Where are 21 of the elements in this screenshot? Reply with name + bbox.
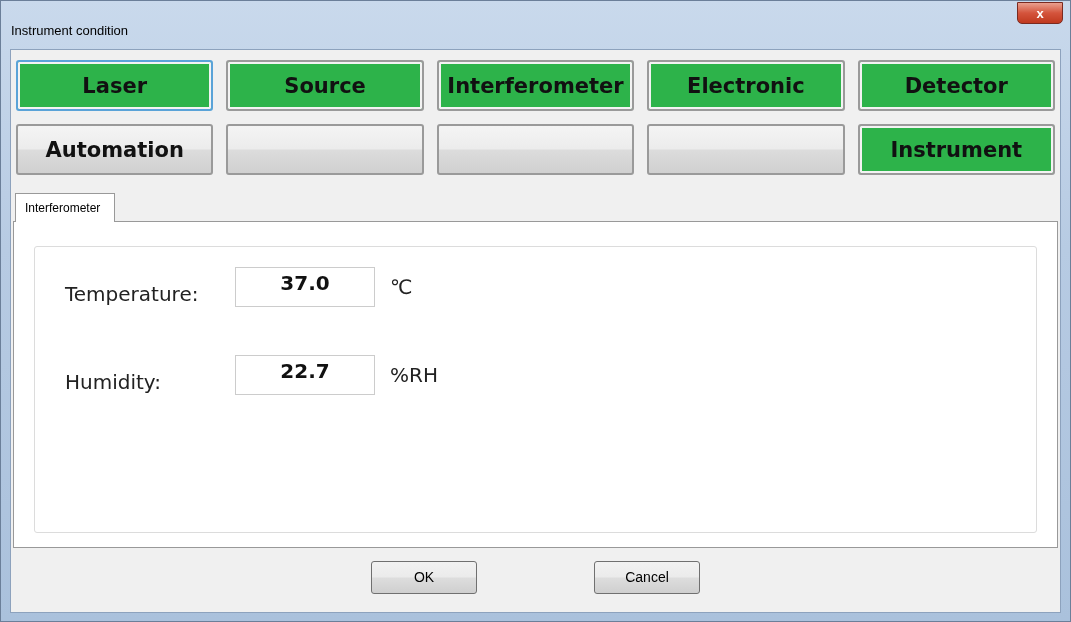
module-button[interactable]	[226, 124, 424, 175]
cancel-button[interactable]: Cancel	[594, 560, 700, 594]
window-title: Instrument condition	[11, 23, 129, 38]
ok-button[interactable]: OK	[371, 560, 477, 594]
module-button[interactable]: Interferometer	[436, 60, 635, 111]
module-button[interactable]	[436, 124, 635, 175]
module-button[interactable]: Laser	[16, 60, 214, 111]
tab[interactable]: Interferometer	[15, 193, 116, 222]
module-button[interactable]: Electronic	[647, 60, 845, 111]
module-button[interactable]: Source	[226, 60, 424, 111]
field-label: Temperature:	[65, 282, 200, 306]
module-button[interactable]: Instrument	[857, 124, 1055, 175]
module-button[interactable]: Detector	[857, 60, 1055, 111]
field-label: Humidity:	[65, 370, 162, 394]
unit-label: %RH	[390, 363, 438, 387]
module-button[interactable]: Automation	[16, 124, 214, 175]
value-field[interactable]: 22.7	[235, 355, 375, 395]
unit-label: ℃	[390, 275, 413, 299]
value-field[interactable]: 37.0	[235, 267, 375, 307]
module-button[interactable]	[647, 124, 845, 175]
close-button[interactable]: x	[1017, 2, 1063, 24]
